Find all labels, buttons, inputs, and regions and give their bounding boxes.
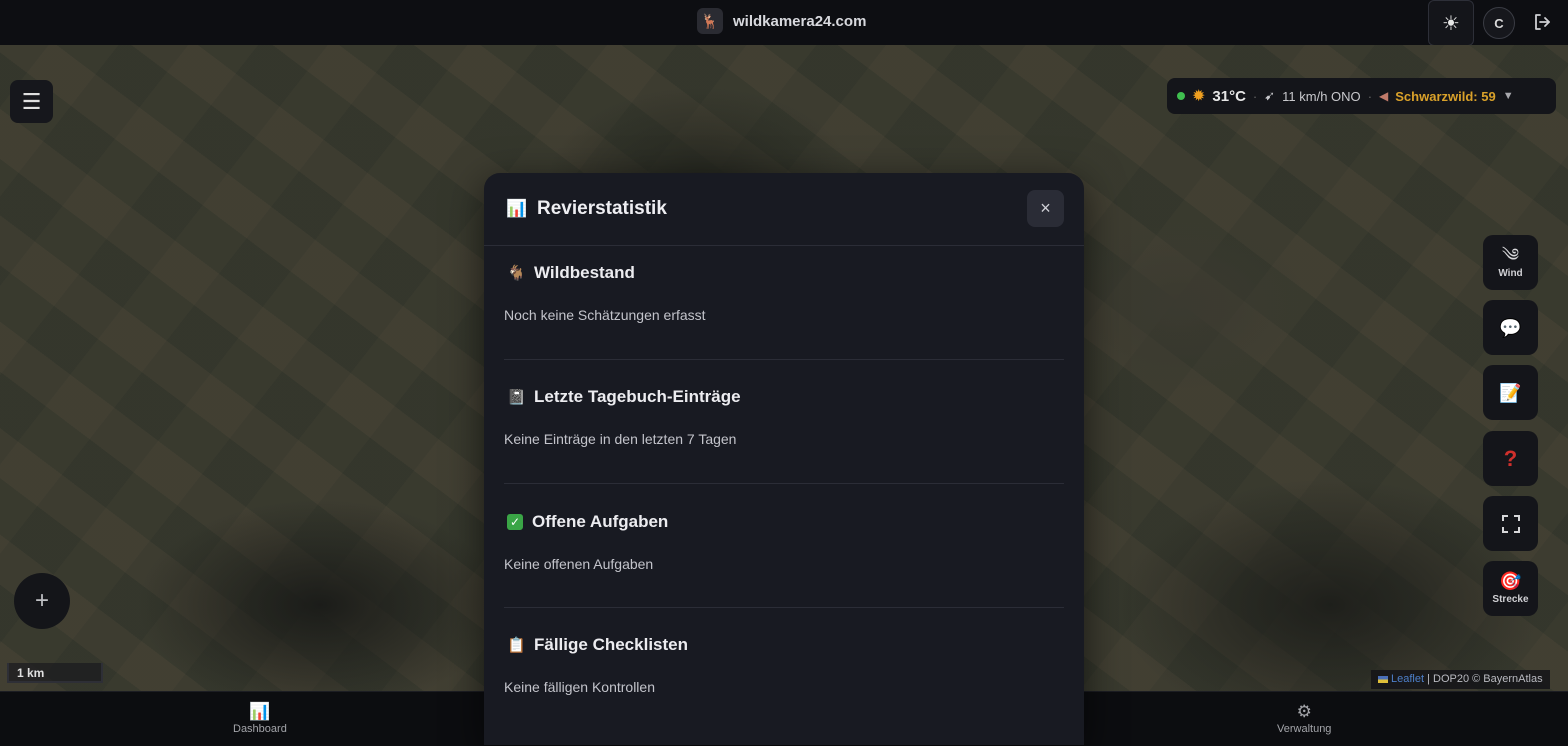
section-text: Noch keine Schätzungen erfasst xyxy=(504,307,706,323)
sun-icon: ☀ xyxy=(1442,12,1460,35)
help-button[interactable]: ? xyxy=(1483,431,1538,486)
fullscreen-button[interactable] xyxy=(1483,496,1538,551)
modal-title: Revierstatistik xyxy=(537,198,667,219)
bar-chart-icon: 📊 xyxy=(506,199,528,218)
strecke-button[interactable]: 🎯 Strecke xyxy=(1483,561,1538,616)
map-scale: 1 km xyxy=(7,663,103,683)
modal-header: 📊 Revierstatistik × xyxy=(484,173,1084,246)
game-count: Schwarzwild: 59 xyxy=(1395,88,1496,104)
section-title: Wildbestand xyxy=(534,263,635,282)
hamburger-icon: ☰ xyxy=(21,88,42,114)
section-title: Letzte Tagebuch-Einträge xyxy=(534,387,741,406)
top-bar: 🦌 wildkamera24.com ☀ C xyxy=(0,0,1568,46)
nav-dashboard[interactable]: 📊 Dashboard xyxy=(233,702,287,736)
weather-status-bar[interactable]: ✹ 31°C · ➹ 11 km/h ONO · ◀ Schwarzwild: … xyxy=(1167,78,1556,114)
clipboard-icon: 📋 xyxy=(507,637,526,654)
section-text: Keine Einträge in den letzten 7 Tagen xyxy=(504,431,737,447)
wind-button-label: Wind xyxy=(1498,268,1523,279)
chat-button[interactable]: 💬 xyxy=(1483,300,1538,355)
plus-icon: + xyxy=(34,587,49,614)
section-title: Fällige Checklisten xyxy=(534,635,688,654)
user-avatar[interactable]: C xyxy=(1483,7,1515,39)
deer-icon: 🐐 xyxy=(507,265,526,282)
section-wildbestand: 🐐 Wildbestand Noch keine Schätzungen erf… xyxy=(504,246,1064,360)
add-button[interactable]: + xyxy=(14,573,70,629)
nav-dashboard-label: Dashboard xyxy=(233,723,287,735)
map-attribution: Leaflet | DOP20 © BayernAtlas xyxy=(1371,670,1550,689)
section-tagebuch: 📓 Letzte Tagebuch-Einträge Keine Einträg… xyxy=(504,360,1064,484)
deer-logo-icon: 🦌 xyxy=(697,8,723,34)
attribution-text: | DOP20 © BayernAtlas xyxy=(1427,673,1543,685)
section-checklisten: 📋 Fällige Checklisten Keine fälligen Kon… xyxy=(504,608,1064,732)
wind-button[interactable]: ༄ Wind xyxy=(1483,235,1538,290)
wind-value: 11 km/h ONO xyxy=(1282,88,1361,104)
close-icon: × xyxy=(1040,198,1051,218)
memo-icon: 📝 xyxy=(1499,382,1522,403)
question-icon: ? xyxy=(1503,445,1518,471)
logout-icon xyxy=(1535,14,1550,30)
logout-button[interactable] xyxy=(1528,8,1556,36)
menu-button[interactable]: ☰ xyxy=(10,80,53,123)
section-aufgaben: ✓ Offene Aufgaben Keine offenen Aufgaben xyxy=(504,484,1064,608)
gear-icon: ⚙ xyxy=(1296,702,1312,721)
fullscreen-icon xyxy=(1501,514,1520,533)
target-icon: 🎯 xyxy=(1499,571,1522,591)
brand[interactable]: 🦌 wildkamera24.com xyxy=(697,8,866,34)
strecke-button-label: Strecke xyxy=(1492,594,1529,605)
revierstatistik-modal: 📊 Revierstatistik × 🐐 Wildbestand Noch k… xyxy=(484,173,1084,745)
wind-icon: ➹ xyxy=(1264,88,1276,103)
section-title: Offene Aufgaben xyxy=(532,512,669,531)
notebook-icon: 📓 xyxy=(507,389,526,406)
nav-verwaltung[interactable]: ⚙ Verwaltung xyxy=(1277,702,1332,736)
flag-icon xyxy=(1378,675,1388,683)
nav-verwaltung-label: Verwaltung xyxy=(1277,723,1332,735)
status-dot xyxy=(1177,92,1185,100)
site-name: wildkamera24.com xyxy=(733,12,867,30)
chevron-down-icon[interactable]: ▼ xyxy=(1503,90,1514,102)
leaflet-link[interactable]: Leaflet xyxy=(1391,673,1424,685)
speech-bubble-icon: 💬 xyxy=(1499,317,1522,338)
section-text: Keine offenen Aufgaben xyxy=(504,556,654,572)
wind-icon: ༄ xyxy=(1501,245,1520,265)
boar-icon: ◀ xyxy=(1379,89,1389,103)
bar-chart-icon: 📊 xyxy=(249,702,271,721)
close-button[interactable]: × xyxy=(1027,190,1064,227)
sun-weather-icon: ✹ xyxy=(1192,88,1206,105)
checkmark-icon: ✓ xyxy=(507,514,523,530)
notes-button[interactable]: 📝 xyxy=(1483,365,1538,420)
theme-toggle-button[interactable]: ☀ xyxy=(1428,0,1474,46)
temperature: 31°C xyxy=(1212,87,1246,105)
section-text: Keine fälligen Kontrollen xyxy=(504,679,655,695)
